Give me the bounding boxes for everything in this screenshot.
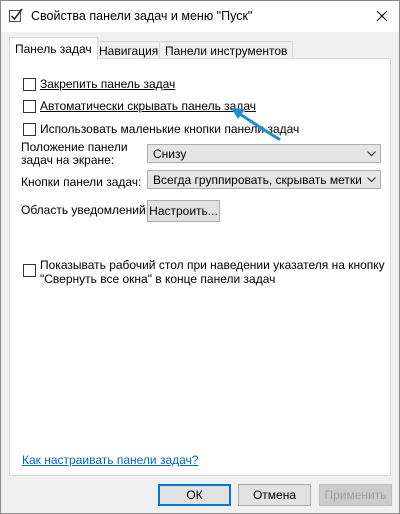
- chevron-down-icon: [367, 177, 376, 183]
- position-select-value: Снизу: [153, 147, 187, 161]
- buttons-label: Кнопки панели задач:: [21, 175, 142, 189]
- ok-button[interactable]: ОК: [158, 484, 231, 506]
- apply-button[interactable]: Применить: [319, 484, 392, 506]
- help-link[interactable]: Как настраивать панели задач?: [22, 453, 198, 467]
- close-icon: [376, 10, 388, 22]
- buttons-select[interactable]: Всегда группировать, скрывать метки: [147, 170, 381, 189]
- peek-desktop-checkbox[interactable]: [23, 264, 36, 277]
- chevron-down-icon: [367, 151, 376, 157]
- window-title: Свойства панели задач и меню "Пуск": [31, 9, 253, 23]
- tab-panel-taskbar: Закрепить панель задач Автоматически скр…: [9, 58, 391, 476]
- customize-button[interactable]: Настроить...: [147, 200, 220, 222]
- lock-taskbar-label: Закрепить панель задач: [40, 77, 176, 91]
- autohide-checkbox[interactable]: [23, 100, 36, 113]
- buttons-select-value: Всегда группировать, скрывать метки: [153, 173, 362, 187]
- notification-area-label: Область уведомлений:: [21, 203, 150, 217]
- peek-desktop-label-line1: Показывать рабочий стол при наведении ук…: [40, 258, 385, 272]
- lock-taskbar-checkbox[interactable]: [23, 78, 36, 91]
- taskbar-checkbox-icon: [8, 7, 24, 23]
- position-label-line2: задач на экране:: [21, 153, 115, 167]
- peek-desktop-label-line2: "Свернуть все окна" в конце панели задач: [40, 272, 276, 286]
- small-buttons-checkbox[interactable]: [23, 123, 36, 136]
- taskbar-properties-dialog: Свойства панели задач и меню "Пуск" Пане…: [0, 0, 400, 514]
- annotation-arrow-icon: [231, 108, 281, 141]
- title-bar[interactable]: Свойства панели задач и меню "Пуск": [1, 1, 399, 32]
- close-button[interactable]: [365, 1, 399, 31]
- cancel-button[interactable]: Отмена: [238, 484, 311, 506]
- position-select[interactable]: Снизу: [147, 144, 381, 163]
- tab-taskbar[interactable]: Панель задач: [9, 37, 98, 60]
- autohide-label: Автоматически скрывать панель задач: [40, 99, 257, 113]
